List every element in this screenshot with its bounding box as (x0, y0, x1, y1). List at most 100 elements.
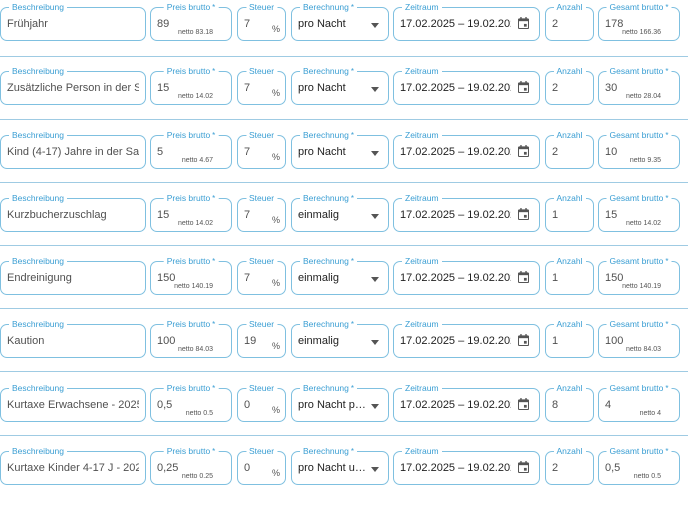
calendar-icon[interactable] (518, 334, 529, 346)
tax-field[interactable]: Steuer 0% (237, 445, 286, 485)
total-gross-field[interactable]: Gesamt brutto * 15 netto 14.02 (598, 192, 680, 232)
quantity-field[interactable]: Anzahl 1 (545, 318, 594, 358)
total-gross-field[interactable]: Gesamt brutto * 150 netto 140.19 (598, 255, 680, 295)
price-net-value: netto 83.18 (177, 29, 213, 36)
total-gross-field[interactable]: Gesamt brutto * 30 netto 28.04 (598, 65, 680, 105)
date-range-field[interactable]: Zeitraum 17.02.2025 – 19.02.2025 (393, 382, 540, 422)
price-gross-field[interactable]: Preis brutto * 100 netto 84.03 (150, 318, 232, 358)
quantity-field[interactable]: Anzahl 1 (545, 255, 594, 295)
chevron-down-icon[interactable] (371, 87, 379, 92)
calendar-icon[interactable] (518, 398, 529, 410)
calculation-select[interactable]: Berechnung* pro Nacht pro Person (291, 382, 389, 422)
description-value: Kurzbucherzuschlag (7, 209, 107, 221)
description-field[interactable]: Beschreibung Kaution (0, 318, 146, 358)
total-net-value: netto 9.35 (629, 157, 661, 164)
description-value: Kurtaxe Erwachsene - 2025 (7, 399, 139, 411)
description-field[interactable]: Beschreibung Endreinigung (0, 255, 146, 295)
calendar-icon[interactable] (518, 17, 529, 29)
tax-label: Steuer (245, 318, 278, 330)
quantity-field[interactable]: Anzahl 2 (545, 1, 594, 41)
price-gross-field[interactable]: Preis brutto * 89 netto 83.18 (150, 1, 232, 41)
total-gross-label: Gesamt brutto * (606, 318, 672, 331)
calculation-label: Berechnung * (300, 65, 357, 78)
chevron-down-icon[interactable] (371, 404, 379, 409)
price-gross-field[interactable]: Preis brutto * 150 netto 140.19 (150, 255, 232, 295)
tax-field[interactable]: Steuer 7% (237, 192, 286, 232)
quantity-field[interactable]: Anzahl 2 (545, 129, 594, 169)
description-field[interactable]: Beschreibung Frühjahr (0, 1, 146, 41)
description-field[interactable]: Beschreibung Kurtaxe Erwachsene - 2025 (0, 382, 146, 422)
total-gross-label: Gesamt brutto * (606, 65, 672, 78)
tax-field[interactable]: Steuer 7% (237, 255, 286, 295)
price-gross-label: Preis brutto * (163, 445, 219, 458)
date-range-field[interactable]: Zeitraum 17.02.2025 – 19.02.2025 (393, 65, 540, 105)
quantity-field[interactable]: Anzahl 8 (545, 382, 594, 422)
calculation-select[interactable]: Berechnung * einmalig (291, 318, 389, 358)
description-value: Kaution (7, 335, 45, 347)
calculation-select[interactable]: Berechnung * einmalig (291, 255, 389, 295)
price-gross-field[interactable]: Preis brutto * 0,25 netto 0.25 (150, 445, 232, 485)
calculation-value: pro Nacht und Person (298, 462, 366, 474)
tax-field[interactable]: Steuer 7% (237, 129, 286, 169)
tax-field[interactable]: Steuer 7% (237, 1, 286, 41)
price-net-value: netto 140.19 (174, 283, 213, 290)
chevron-down-icon[interactable] (371, 467, 379, 472)
quantity-label: Anzahl (553, 445, 586, 457)
tax-field[interactable]: Steuer 19% (237, 318, 286, 358)
chevron-down-icon[interactable] (371, 214, 379, 219)
percent-suffix: % (271, 341, 280, 351)
quantity-field[interactable]: Anzahl 1 (545, 192, 594, 232)
calendar-icon[interactable] (518, 461, 529, 473)
calculation-select[interactable]: Berechnung* pro Nacht und Person (291, 445, 389, 485)
calculation-select[interactable]: Berechnung * pro Nacht (291, 65, 389, 105)
total-net-value: netto 166.36 (622, 29, 661, 36)
date-range-field[interactable]: Zeitraum 17.02.2025 – 19.02.2025 (393, 318, 540, 358)
chevron-down-icon[interactable] (371, 23, 379, 28)
calendar-icon[interactable] (518, 271, 529, 283)
date-range-field[interactable]: Zeitraum 17.02.2025 – 19.02.2025 (393, 129, 540, 169)
calendar-icon[interactable] (518, 81, 529, 93)
calculation-select[interactable]: Berechnung * einmalig (291, 192, 389, 232)
calculation-select[interactable]: Berechnung * pro Nacht (291, 1, 389, 41)
quantity-field[interactable]: Anzahl 2 (545, 65, 594, 105)
calculation-label: Berechnung * (300, 445, 357, 458)
total-gross-field[interactable]: Gesamt brutto * 10 netto 9.35 (598, 129, 680, 169)
total-gross-field[interactable]: Gesamt brutto * 4 netto 4 (598, 382, 680, 422)
price-net-value: netto 0.5 (185, 410, 213, 417)
tax-field[interactable]: Steuer 7% (237, 65, 286, 105)
description-field[interactable]: Beschreibung Kurtaxe Kinder 4-17 J - 2025 (0, 445, 146, 485)
description-field[interactable]: Beschreibung Kind (4-17) Jahre in der Sai… (0, 129, 146, 169)
date-range-value: 17.02.2025 – 19.02.2025 (400, 335, 511, 347)
price-gross-label: Preis brutto * (163, 192, 219, 205)
description-field[interactable]: Beschreibung Kurzbucherzuschlag (0, 192, 146, 232)
price-gross-field[interactable]: Preis brutto * 0,5 netto 0.5 (150, 382, 232, 422)
price-gross-field[interactable]: Preis brutto * 5 netto 4.67 (150, 129, 232, 169)
total-gross-field[interactable]: Gesamt brutto * 0,5 netto 0.5 (598, 445, 680, 485)
calculation-value: pro Nacht (298, 18, 346, 30)
price-gross-field[interactable]: Preis brutto * 15 netto 14.02 (150, 192, 232, 232)
calendar-icon[interactable] (518, 145, 529, 157)
description-field[interactable]: Beschreibung Zusätzliche Person in der Sa… (0, 65, 146, 105)
calculation-select[interactable]: Berechnung * pro Nacht (291, 129, 389, 169)
date-range-field[interactable]: Zeitraum 17.02.2025 – 19.02.2025 (393, 445, 540, 485)
calculation-value: einmalig (298, 209, 339, 221)
date-range-field[interactable]: Zeitraum 17.02.2025 – 19.02.2025 (393, 255, 540, 295)
chevron-down-icon[interactable] (371, 277, 379, 282)
quantity-label: Anzahl (553, 382, 586, 394)
calculation-label: Berechnung * (300, 382, 357, 395)
percent-suffix: % (271, 468, 280, 478)
date-range-label: Zeitraum (402, 382, 442, 394)
date-range-field[interactable]: Zeitraum 17.02.2025 – 19.02.2025 (393, 1, 540, 41)
total-gross-field[interactable]: Gesamt brutto * 178 netto 166.36 (598, 1, 680, 41)
chevron-down-icon[interactable] (371, 151, 379, 156)
price-gross-field[interactable]: Preis brutto * 15 netto 14.02 (150, 65, 232, 105)
total-net-value: netto 0.5 (633, 473, 661, 480)
description-value: Kurtaxe Kinder 4-17 J - 2025 (7, 462, 139, 474)
chevron-down-icon[interactable] (371, 340, 379, 345)
calendar-icon[interactable] (518, 208, 529, 220)
tax-field[interactable]: Steuer 0% (237, 382, 286, 422)
total-gross-field[interactable]: Gesamt brutto * 100 netto 84.03 (598, 318, 680, 358)
date-range-field[interactable]: Zeitraum 17.02.2025 – 19.02.2025 (393, 192, 540, 232)
quantity-field[interactable]: Anzahl 2 (545, 445, 594, 485)
quantity-label: Anzahl (553, 192, 586, 204)
